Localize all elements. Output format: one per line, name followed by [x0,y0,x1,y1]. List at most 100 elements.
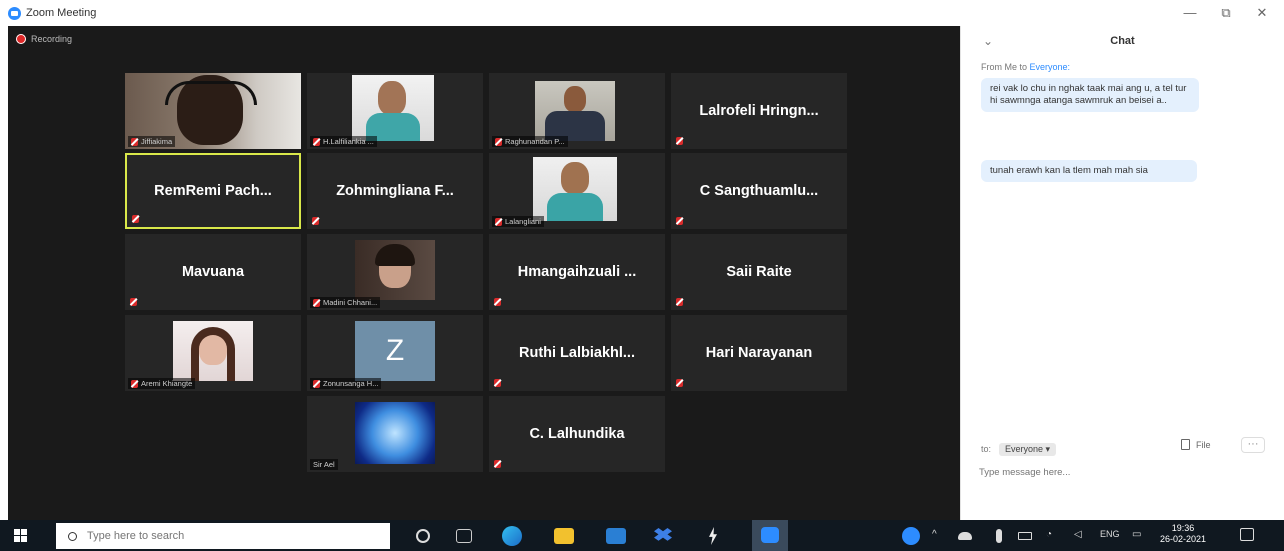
file-icon [1181,439,1190,450]
chat-panel: ⌄ Chat From Me to Everyone: rei vak lo c… [960,26,1284,520]
taskbar-search-input[interactable] [87,530,367,542]
dropbox-icon[interactable] [654,528,672,541]
chat-from-prefix: From Me to [981,62,1030,72]
muted-mic-icon [494,460,501,468]
participant-tile-jiffiakima[interactable]: Jiffiakima [125,73,301,149]
recording-indicator[interactable]: Recording [16,32,72,46]
chat-message-input[interactable] [979,462,1269,482]
muted-mic-icon [130,298,137,306]
participant-video [535,81,615,141]
file-label: File [1196,439,1211,450]
minimize-button[interactable]: — [1172,0,1208,26]
participant-tile-saii-raite[interactable]: Saii Raite [671,234,847,310]
participant-face [378,81,406,115]
participant-tile-madini[interactable]: Madini Chhani... [307,234,483,310]
search-icon [68,531,77,541]
participant-tile-lalrofeli[interactable]: Lalrofeli Hringn... [671,73,847,149]
participant-tile-ruthi[interactable]: Ruthi Lalbiakhl... [489,315,665,391]
zoom-taskbar-button[interactable] [752,520,788,551]
participant-name: Hmangaihzuali ... [517,264,637,280]
chat-recipient-link[interactable]: Everyone: [1030,62,1071,72]
participant-name: C Sangthuamlu... [699,183,819,199]
participant-label: Madini Chhani... [310,297,381,308]
language-indicator[interactable]: ENG [1100,529,1120,539]
title-bar: Zoom Meeting — ⧉ ✕ [0,0,1284,26]
edge-browser-icon[interactable] [502,526,522,546]
maximize-button[interactable]: ⧉ [1208,0,1244,26]
file-button[interactable]: File [1181,439,1211,450]
participant-label: Zonunsanga H... [310,378,382,389]
usb-icon[interactable] [996,529,1002,543]
muted-mic-icon [676,217,683,225]
participant-tile-lalangliani[interactable]: Lalangliani [489,153,665,229]
store-icon[interactable] [606,528,626,544]
recipient-dropdown[interactable]: Everyone ▾ [999,443,1057,456]
task-view-icon[interactable] [456,529,472,543]
muted-mic-icon [494,298,501,306]
close-button[interactable]: ✕ [1244,0,1280,26]
taskbar-clock[interactable]: 19:36 26-02-2021 [1154,523,1212,545]
volume-icon[interactable]: ◁ [1074,529,1082,540]
onedrive-icon[interactable] [958,532,972,540]
muted-mic-icon [494,379,501,387]
window-title: Zoom Meeting [26,7,97,19]
zoom-app-icon [761,527,779,543]
participant-video [533,157,617,221]
wifi-icon[interactable]: ◔ [1046,529,1052,540]
participant-label: Aremi Khiangte [128,378,196,389]
participant-tile-raghunandan[interactable]: Raghunandan P... [489,73,665,149]
participant-tile-remremi-active-speaker[interactable]: RemRemi Pach... [125,153,301,229]
muted-mic-icon [313,298,320,307]
record-icon [16,34,26,44]
notification-icon[interactable] [1240,528,1254,541]
participant-name: Hari Narayanan [705,345,813,361]
chevron-up-icon[interactable]: ^ [932,529,937,540]
muted-mic-icon [312,217,319,225]
clock-date: 26-02-2021 [1159,534,1207,544]
zoom-tray-icon[interactable] [902,527,920,545]
muted-mic-icon [676,298,683,306]
participant-tile-hari-narayanan[interactable]: Hari Narayanan [671,315,847,391]
participant-tile-h-lalfiliankia[interactable]: H.Lalfiliankia ... [307,73,483,149]
muted-mic-icon [495,217,502,226]
participant-tile-zonunsanga[interactable]: Z Zonunsanga H... [307,315,483,391]
clock-time: 19:36 [1171,523,1195,533]
participant-name: Lalrofeli Hringn... [699,103,819,119]
chat-message: tunah erawh kan la tlem mah mah sia [981,160,1197,182]
participant-tile-aremi-khiangte[interactable]: Aremi Khiangte [125,315,301,391]
participant-tile-hmangaihzuali[interactable]: Hmangaihzuali ... [489,234,665,310]
participant-name: Saii Raite [726,264,792,280]
more-options-button[interactable]: ··· [1241,437,1265,453]
lightning-app-icon[interactable] [709,527,717,545]
participant-tile-c-sangthuamlu[interactable]: C Sangthuamlu... [671,153,847,229]
gallery-view: Recording Jiffiakima H.Lalfiliankia ... [8,26,960,520]
chat-to-row: to: Everyone ▾ [981,443,1057,456]
cortana-icon[interactable] [416,529,430,543]
avatar-letter: Z [385,334,405,367]
participant-video [173,321,253,381]
participant-label: Sir Ael [310,459,338,470]
participant-tile-c-lalhundika[interactable]: C. Lalhundika [489,396,665,472]
keyboard-icon[interactable]: ▭ [1132,529,1141,540]
muted-mic-icon [131,379,138,388]
muted-mic-icon [676,137,683,145]
participant-face [561,162,589,194]
participant-name: C. Lalhundika [529,426,625,442]
chat-title: Chat [1110,35,1135,47]
participant-label: Raghunandan P... [492,136,568,147]
participant-tile-zohmingliana[interactable]: Zohmingliana F... [307,153,483,229]
participant-name: RemRemi Pach... [154,183,272,199]
windows-taskbar: ^ ◔ ◁ ENG ▭ 19:36 26-02-2021 [0,520,1284,551]
muted-mic-icon [676,379,683,387]
participant-body [547,193,603,221]
file-explorer-icon[interactable] [554,528,574,544]
participant-name: Zohmingliana F... [336,183,454,199]
windows-start-icon[interactable] [14,529,28,543]
chat-message: rei vak lo chu in nghak taak mai ang u, … [981,78,1199,112]
participant-tile-sir-ael[interactable]: Sir Ael [307,396,483,472]
participant-hair [191,327,235,381]
participant-video [355,240,435,300]
participant-tile-mavuana[interactable]: Mavuana [125,234,301,310]
battery-icon[interactable] [1018,532,1032,540]
taskbar-search[interactable] [56,523,390,549]
